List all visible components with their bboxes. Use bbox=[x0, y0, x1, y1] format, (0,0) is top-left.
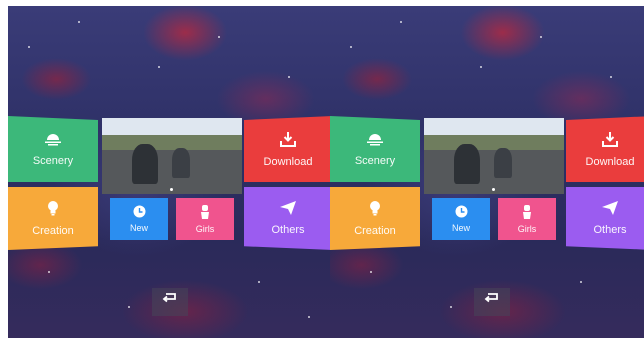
others-tile[interactable]: Others bbox=[244, 187, 330, 250]
paper-plane-icon bbox=[280, 201, 296, 218]
carousel-indicator bbox=[170, 188, 173, 191]
new-label: New bbox=[129, 223, 148, 233]
girls-tile[interactable]: Girls bbox=[176, 198, 234, 240]
others-tile[interactable]: Others bbox=[566, 187, 644, 250]
girls-tile[interactable]: Girls bbox=[498, 198, 556, 240]
paper-plane-icon bbox=[602, 201, 618, 218]
carousel-indicator bbox=[492, 188, 495, 191]
scenery-label: Scenery bbox=[32, 154, 74, 167]
back-arrow-icon bbox=[162, 290, 178, 308]
new-label: New bbox=[451, 223, 470, 233]
creation-tile[interactable]: Creation bbox=[8, 187, 98, 250]
girl-icon bbox=[200, 204, 210, 221]
back-button[interactable] bbox=[474, 288, 510, 316]
lightbulb-icon bbox=[369, 200, 381, 219]
scenery-label: Scenery bbox=[354, 154, 396, 167]
girl-icon bbox=[522, 204, 532, 221]
new-tile[interactable]: New bbox=[432, 198, 490, 240]
new-tile[interactable]: New bbox=[110, 198, 168, 240]
download-icon bbox=[602, 131, 618, 150]
creation-label: Creation bbox=[354, 225, 396, 237]
others-label: Others bbox=[593, 224, 627, 236]
creation-tile[interactable]: Creation bbox=[330, 187, 420, 250]
back-button[interactable] bbox=[152, 288, 188, 316]
download-tile[interactable]: Download bbox=[244, 116, 330, 182]
lightbulb-icon bbox=[47, 200, 59, 219]
scenery-tile[interactable]: Scenery bbox=[330, 116, 420, 182]
sunset-icon bbox=[366, 132, 384, 149]
download-label: Download bbox=[585, 155, 635, 168]
others-label: Others bbox=[271, 224, 305, 236]
left-eye-view: Scenery Creation New Girls Download Othe… bbox=[8, 6, 330, 338]
download-icon bbox=[280, 131, 296, 150]
back-arrow-icon bbox=[484, 290, 500, 308]
clock-icon bbox=[455, 205, 468, 220]
girls-label: Girls bbox=[517, 223, 537, 234]
download-label: Download bbox=[263, 155, 313, 168]
right-eye-view: Scenery Creation New Girls Download Othe… bbox=[330, 6, 644, 338]
featured-video-thumbnail[interactable] bbox=[102, 118, 242, 194]
scenery-tile[interactable]: Scenery bbox=[8, 116, 98, 182]
girls-label: Girls bbox=[195, 223, 215, 234]
clock-icon bbox=[133, 205, 146, 220]
download-tile[interactable]: Download bbox=[566, 116, 644, 182]
featured-video-thumbnail[interactable] bbox=[424, 118, 564, 194]
creation-label: Creation bbox=[32, 225, 74, 237]
sunset-icon bbox=[44, 132, 62, 149]
